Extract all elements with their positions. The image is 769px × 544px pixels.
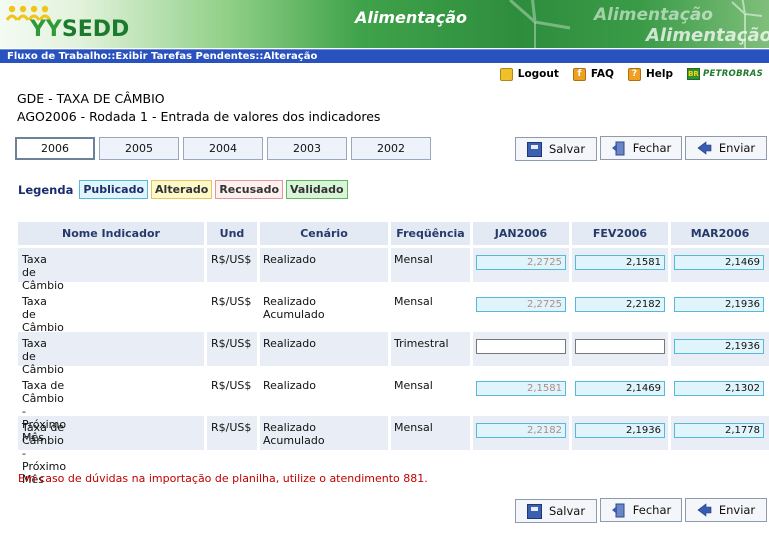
save-label: Salvar [548,504,586,518]
row1-fev-input[interactable]: 2,1581 [575,255,665,270]
row5-fev-input[interactable]: 2,1936 [575,423,665,438]
row2-fev-input[interactable]: 2,2182 [575,297,665,312]
save-label: Salvar [548,142,586,156]
logout-label: Logout [517,68,559,80]
col-header-mar: MAR2006 [671,222,769,245]
faq-link[interactable]: f FAQ [572,67,614,81]
floppy-disk-icon [526,503,542,519]
row3-jan-input[interactable] [476,339,566,354]
send-label: Enviar [718,141,756,155]
send-arrow-icon [697,502,712,517]
row5-frequency: Mensal [394,421,433,434]
petrobras-text: PETROBRAS [702,69,763,79]
legend: Legenda Publicado Alterado Recusado Vali… [18,180,348,199]
col-header-name: Nome Indicador [18,222,204,245]
row4-frequency: Mensal [394,379,433,392]
col-header-jan: JAN2006 [473,222,569,245]
row3-name: Taxa de Câmbio [22,337,64,376]
row3-unit: R$/US$ [211,337,252,350]
close-label: Fechar [632,141,672,155]
row1-mar-input[interactable]: 2,1469 [674,255,764,270]
close-label: Fechar [632,503,672,517]
row4-mar-input[interactable]: 2,1302 [674,381,764,396]
legend-validated: Validado [286,180,348,199]
col-header-unit: Und [207,222,257,245]
tab-2006[interactable]: 2006 [15,137,95,160]
close-door-icon [611,503,625,517]
row3-frequency: Trimestral [394,337,449,350]
row2-mar-input[interactable]: 2,1936 [674,297,764,312]
petrobras-logo: BR PETROBRAS [686,68,763,80]
row2-jan-input[interactable]: 2,2725 [476,297,566,312]
send-button-top[interactable]: Enviar [685,136,767,160]
petrobras-br-icon: BR [686,68,700,80]
row1-frequency: Mensal [394,253,433,266]
legend-published: Publicado [79,180,149,199]
row1-name: Taxa de Câmbio [22,253,64,292]
tab-2003[interactable]: 2003 [267,137,347,160]
banner-ghost-title-2: Alimentação [646,25,769,46]
floppy-disk-icon [526,141,542,157]
row5-mar-input[interactable]: 2,1778 [674,423,764,438]
row4-unit: R$/US$ [211,379,252,392]
faq-icon: f [572,67,586,81]
legend-label: Legenda [18,182,74,197]
row5-scenario: Realizado Acumulado [263,421,325,447]
tab-2002[interactable]: 2002 [351,137,431,160]
row4-scenario: Realizado [263,379,316,392]
help-note: Em caso de dúvidas na importação de plan… [18,472,428,485]
col-header-scenario: Cenário [260,222,388,245]
tab-2005[interactable]: 2005 [99,137,179,160]
header-banner: YYSEDD Alimentação Alimentação Alimentaç… [0,0,769,48]
row5-jan-input[interactable]: 2,2182 [476,423,566,438]
send-arrow-icon [697,140,712,155]
row1-scenario: Realizado [263,253,316,266]
top-links: Logout f FAQ ? Help BR PETROBRAS [492,66,763,82]
save-button-bottom[interactable]: Salvar [515,499,597,523]
help-icon: ? [627,67,641,81]
legend-refused: Recusado [215,180,283,199]
row3-mar-input[interactable]: 2,1936 [674,339,764,354]
col-header-frequency: Freqüência [391,222,470,245]
send-label: Enviar [718,503,756,517]
row2-scenario: Realizado Acumulado [263,295,325,321]
help-link[interactable]: ? Help [627,67,673,81]
app-title: Alimentação [355,8,467,27]
breadcrumb-bar: Fluxo de Trabalho::Exibir Tarefas Penden… [0,49,769,63]
col-header-fev: FEV2006 [572,222,668,245]
banner-ghost-title: Alimentação [594,5,713,25]
row3-scenario: Realizado [263,337,316,350]
save-button-top[interactable]: Salvar [515,137,597,161]
row2-unit: R$/US$ [211,295,252,308]
tab-2004[interactable]: 2004 [183,137,263,160]
page-subtitle: AGO2006 - Rodada 1 - Entrada de valores … [17,109,381,124]
row2-frequency: Mensal [394,295,433,308]
row2-name: Taxa de Câmbio [22,295,64,334]
help-label: Help [645,68,673,80]
row4-fev-input[interactable]: 2,1469 [575,381,665,396]
logo-text: SEDD [61,17,130,42]
row1-jan-input[interactable]: 2,2725 [476,255,566,270]
logout-icon [499,67,513,81]
close-door-icon [611,141,625,155]
logout-link[interactable]: Logout [499,67,559,81]
row1-unit: R$/US$ [211,253,252,266]
close-button-bottom[interactable]: Fechar [600,498,682,522]
row4-jan-input[interactable]: 2,1581 [476,381,566,396]
row5-unit: R$/US$ [211,421,252,434]
send-button-bottom[interactable]: Enviar [685,498,767,522]
close-button-top[interactable]: Fechar [600,136,682,160]
row3-fev-input[interactable] [575,339,665,354]
breadcrumb: Fluxo de Trabalho::Exibir Tarefas Penden… [7,51,318,62]
faq-label: FAQ [590,68,614,80]
logo: YYSEDD [30,17,130,42]
page-title: GDE - TAXA DE CÂMBIO [17,91,165,106]
legend-altered: Alterado [151,180,213,199]
